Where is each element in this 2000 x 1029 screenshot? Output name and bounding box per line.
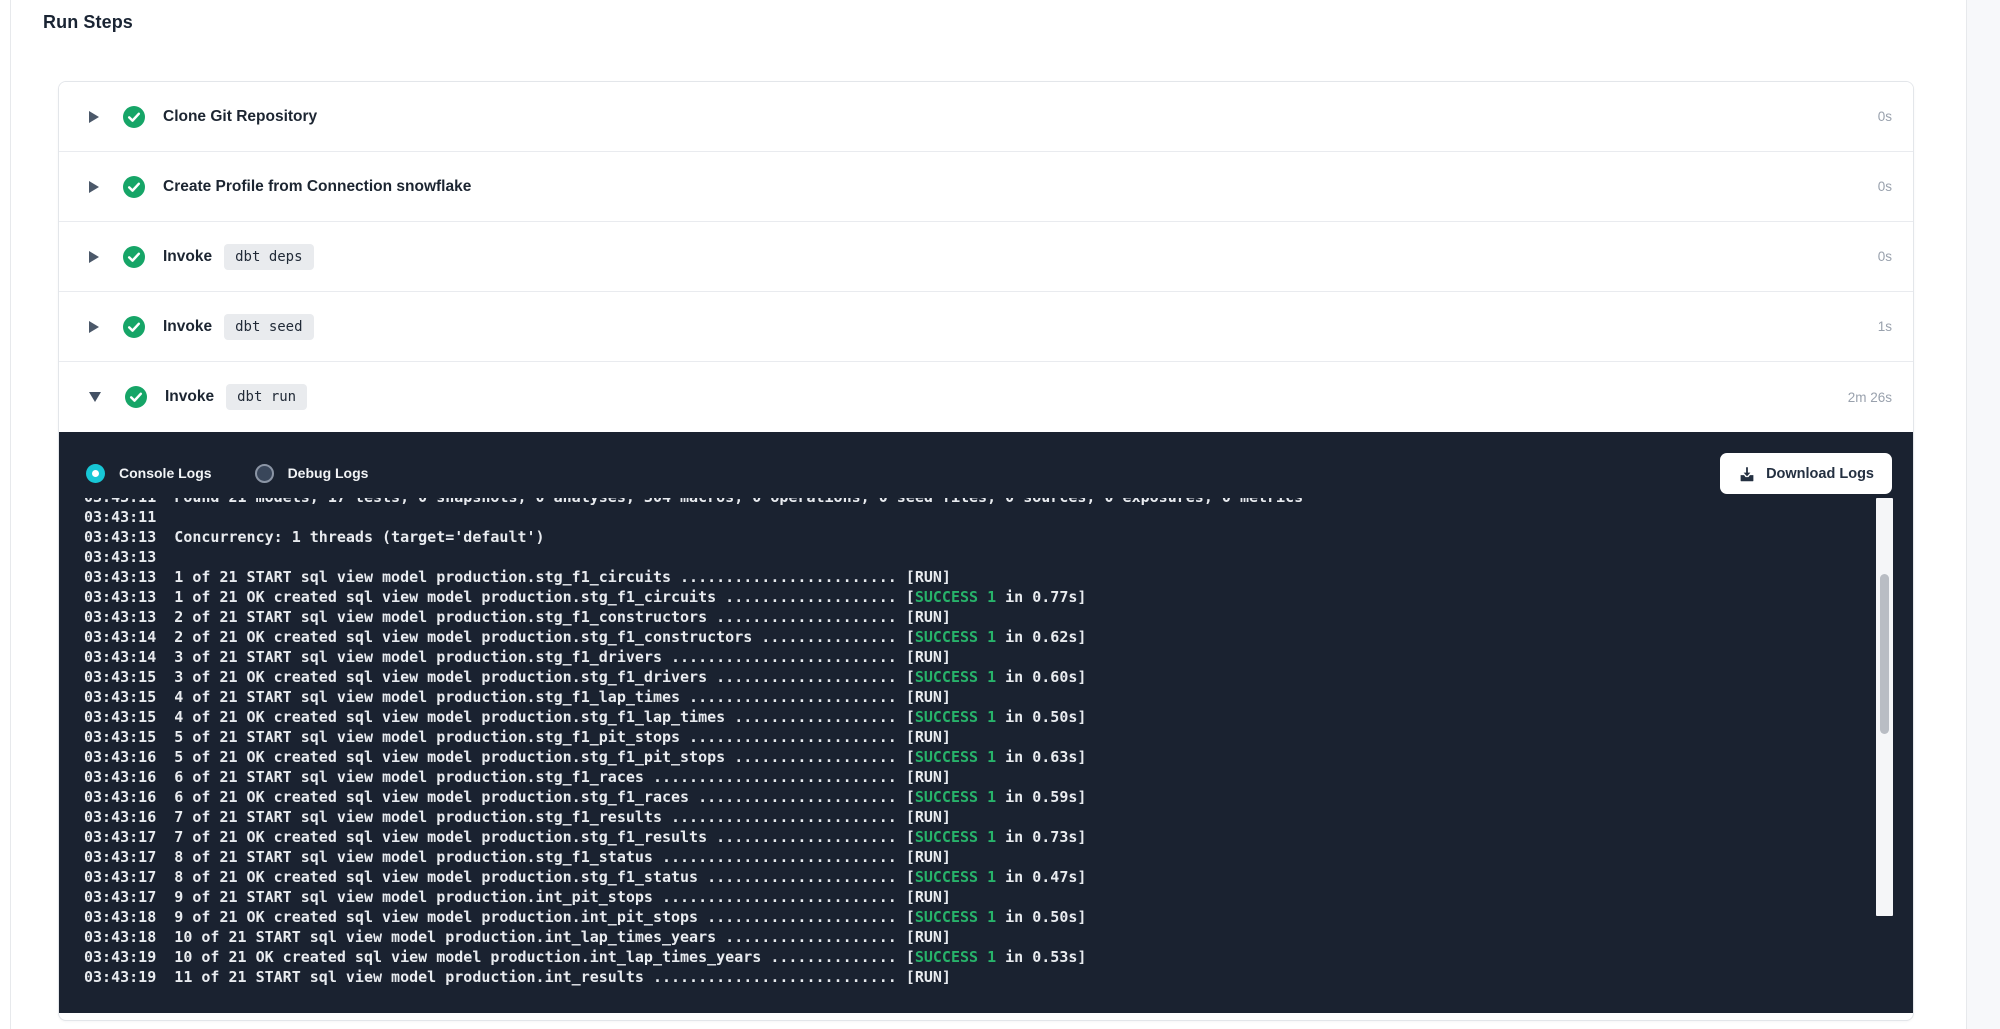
chevron-right-icon [89,251,99,263]
step-label: Create Profile from Connection snowflake [163,178,471,196]
log-line: 03:43:13 [84,547,1913,567]
console-logs-label: Console Logs [119,465,212,481]
step-label: Invoke [163,248,212,266]
step-duration: 1s [1878,319,1892,334]
step-row-clone-git-repository[interactable]: Clone Git Repository 0s [59,82,1913,152]
log-line: 03:43:16 6 of 21 OK created sql view mod… [84,787,1913,807]
radio-unselected-icon[interactable] [255,464,274,483]
log-line: 03:43:19 10 of 21 OK created sql view mo… [84,947,1913,967]
step-command-badge: dbt deps [224,244,313,270]
log-line: 03:43:14 3 of 21 START sql view model pr… [84,647,1913,667]
log-type-radio-group: Console Logs Debug Logs [86,464,368,483]
log-line: 03:43:15 5 of 21 START sql view model pr… [84,727,1913,747]
log-scrollbar-track[interactable] [1876,498,1893,916]
step-label: Invoke [163,318,212,336]
console-log-output: 03:43:11 Found 21 models, 17 tests, 0 sn… [59,498,1913,1013]
log-line: 03:43:19 11 of 21 START sql view model p… [84,967,1913,987]
log-line: 03:43:11 Found 21 models, 17 tests, 0 sn… [84,498,1913,507]
log-line: 03:43:13 2 of 21 START sql view model pr… [84,607,1913,627]
page-title: Run Steps [43,12,133,33]
log-line: 03:43:13 1 of 21 START sql view model pr… [84,567,1913,587]
radio-selected-icon[interactable] [86,464,105,483]
step-row-create-profile[interactable]: Create Profile from Connection snowflake… [59,152,1913,222]
console-header: Console Logs Debug Logs Download Logs [59,432,1913,498]
step-label: Clone Git Repository [163,108,317,126]
success-check-icon [123,106,145,128]
log-line: 03:43:13 1 of 21 OK created sql view mod… [84,587,1913,607]
step-label: Invoke [165,388,214,406]
success-check-icon [125,386,147,408]
log-line: 03:43:17 8 of 21 OK created sql view mod… [84,867,1913,887]
log-line: 03:43:18 9 of 21 OK created sql view mod… [84,907,1913,927]
step-command-badge: dbt run [226,384,307,410]
step-duration: 0s [1878,179,1892,194]
log-line: 03:43:15 4 of 21 OK created sql view mod… [84,707,1913,727]
log-line: 03:43:14 2 of 21 OK created sql view mod… [84,627,1913,647]
log-line: 03:43:16 7 of 21 START sql view model pr… [84,807,1913,827]
console-logs-radio[interactable]: Console Logs [86,464,212,483]
step-duration: 2m 26s [1848,390,1892,405]
log-line: 03:43:11 [84,507,1913,527]
step-command-badge: dbt seed [224,314,313,340]
log-line: 03:43:16 6 of 21 START sql view model pr… [84,767,1913,787]
log-line: 03:43:15 4 of 21 START sql view model pr… [84,687,1913,707]
log-line: 03:43:17 9 of 21 START sql view model pr… [84,887,1913,907]
log-line: 03:43:15 3 of 21 OK created sql view mod… [84,667,1913,687]
chevron-right-icon [89,321,99,333]
success-check-icon [123,246,145,268]
log-line: 03:43:18 10 of 21 START sql view model p… [84,927,1913,947]
download-logs-button[interactable]: Download Logs [1720,453,1892,494]
chevron-right-icon [89,181,99,193]
step-row-invoke-dbt-run[interactable]: Invoke dbt run 2m 26s [59,362,1913,432]
success-check-icon [123,176,145,198]
debug-logs-label: Debug Logs [288,465,369,481]
run-steps-card: Clone Git Repository 0s Create Profile f… [58,81,1914,1021]
left-pane-divider [10,0,11,1029]
console-log-panel: Console Logs Debug Logs Download Logs 03… [59,432,1913,1013]
log-scrollbar-thumb[interactable] [1880,574,1889,734]
log-line: 03:43:17 7 of 21 OK created sql view mod… [84,827,1913,847]
log-line: 03:43:16 5 of 21 OK created sql view mod… [84,747,1913,767]
step-duration: 0s [1878,249,1892,264]
right-page-gutter [1966,0,2000,1029]
chevron-down-icon [89,392,101,402]
log-line: 03:43:13 Concurrency: 1 threads (target=… [84,527,1913,547]
chevron-right-icon [89,111,99,123]
download-logs-label: Download Logs [1766,466,1874,482]
step-duration: 0s [1878,109,1892,124]
log-line: 03:43:17 8 of 21 START sql view model pr… [84,847,1913,867]
download-icon [1738,465,1756,483]
step-row-invoke-dbt-seed[interactable]: Invoke dbt seed 1s [59,292,1913,362]
debug-logs-radio[interactable]: Debug Logs [255,464,369,483]
success-check-icon [123,316,145,338]
step-row-invoke-dbt-deps[interactable]: Invoke dbt deps 0s [59,222,1913,292]
